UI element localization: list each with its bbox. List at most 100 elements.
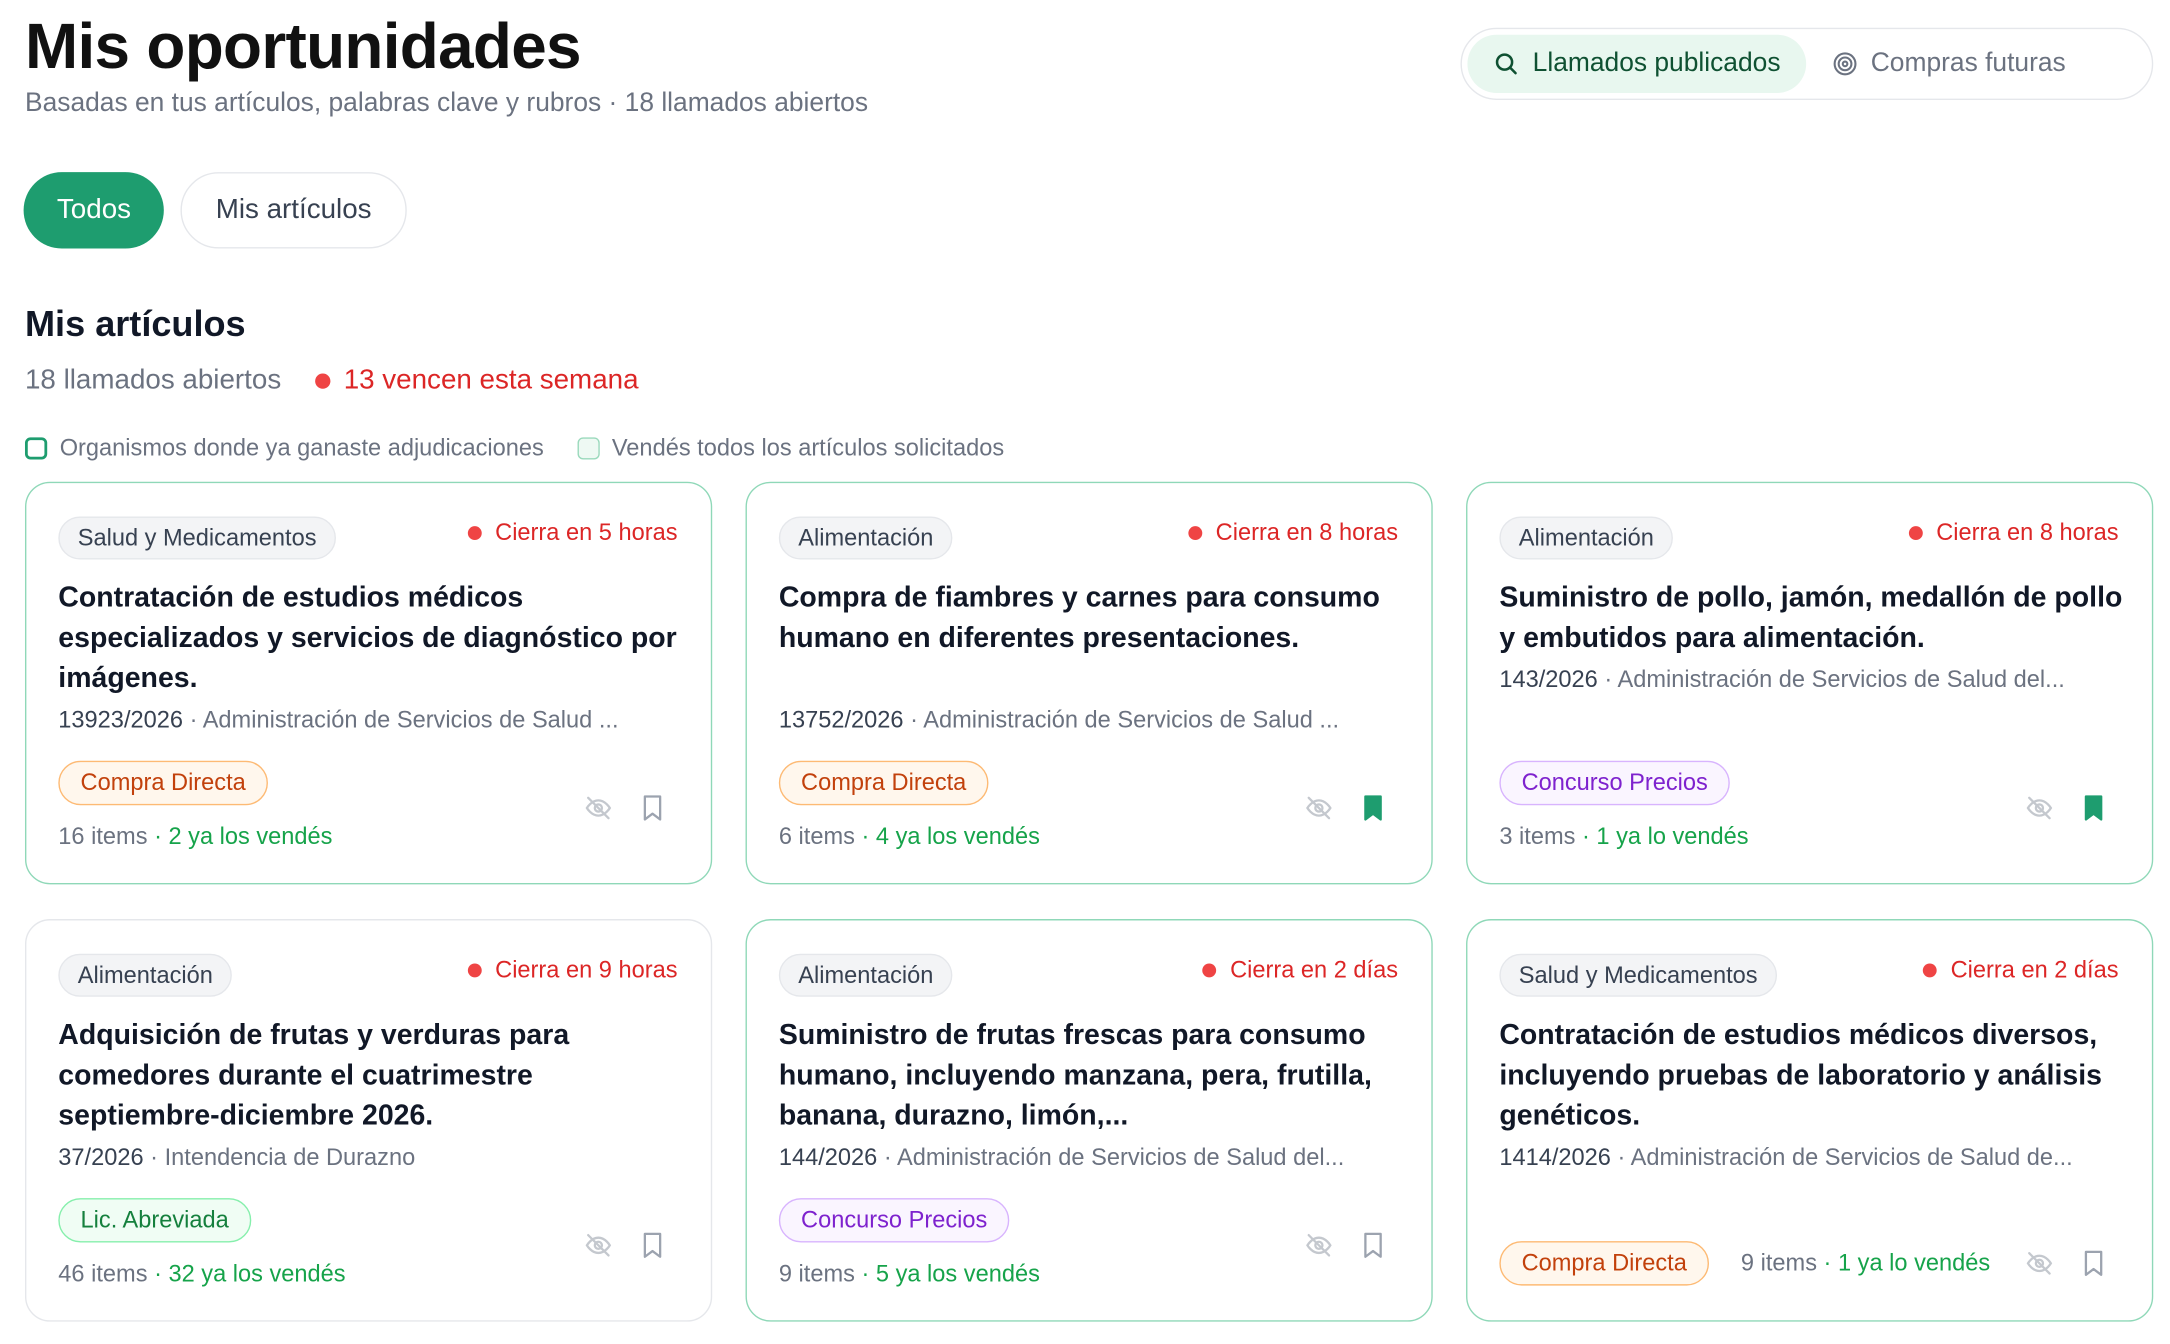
organism: · Administración de Servicios de Salud d… <box>1597 666 2065 693</box>
sold-count: · 1 ya lo vendés <box>1575 823 1749 850</box>
card-meta: 144/2026 · Administración de Servicios d… <box>779 1144 1411 1172</box>
card-meta: 13752/2026 · Administración de Servicios… <box>779 707 1411 735</box>
items-count: 6 items <box>778 823 855 850</box>
items-count: 9 items <box>778 1260 855 1287</box>
procedure-type-badge: Compra Directa <box>1499 1241 1710 1286</box>
opportunity-card[interactable]: Alimentación Cierra en 8 horas Suministr… <box>1466 481 2154 885</box>
hide-button[interactable] <box>582 791 615 824</box>
call-number: 143/2026 <box>1499 666 1598 693</box>
tab-compras-futuras[interactable]: Compras futuras <box>1806 35 2091 93</box>
urgent-count: 13 vencen esta semana <box>343 365 639 396</box>
sold-count: · 2 ya los vendés <box>147 823 333 850</box>
organism: · Intendencia de Durazno <box>143 1143 416 1171</box>
closing-time: Cierra en 2 días <box>1202 957 1398 985</box>
section-title: Mis artículos <box>24 302 246 345</box>
legend-won-swatch <box>24 437 48 460</box>
page-subtitle: Basadas en tus artículos, palabras clave… <box>24 88 869 119</box>
items-summary: 9 items · 1 ya lo vendés <box>1741 1249 1990 1277</box>
legend-sell-all-swatch <box>577 437 600 460</box>
opportunity-card[interactable]: Salud y Medicamentos Cierra en 5 horas C… <box>24 481 713 885</box>
urgency-dot-icon <box>467 526 482 541</box>
content-root: Mis oportunidades Basadas en tus artícul… <box>0 0 2170 1344</box>
bookmark-button[interactable] <box>2077 791 2110 824</box>
procedure-type-badge: Concurso Precios <box>1499 760 1731 806</box>
section-stats: 18 llamados abiertos 13 vencen esta sema… <box>25 365 639 397</box>
closing-time: Cierra en 8 horas <box>1908 519 2119 547</box>
bookmark-button[interactable] <box>636 1229 669 1262</box>
bookmark-button[interactable] <box>2077 1247 2110 1280</box>
hide-button[interactable] <box>2023 1247 2056 1280</box>
card-title[interactable]: Suministro de frutas frescas para consum… <box>779 1015 1404 1136</box>
urgency-dot-icon <box>1922 963 1937 978</box>
filter-todos-button[interactable]: Todos <box>23 172 165 249</box>
search-icon <box>1495 53 1517 75</box>
card-meta: 13923/2026 · Administración de Servicios… <box>58 707 690 735</box>
items-count: 9 items <box>1740 1249 1818 1276</box>
organism: · Administración de Servicios de Salud .… <box>903 706 1340 734</box>
procedure-type-badge: Lic. Abreviada <box>58 1198 252 1243</box>
opportunity-card[interactable]: Alimentación Cierra en 8 horas Compra de… <box>745 481 1433 885</box>
bookmark-icon <box>1364 1232 1382 1258</box>
card-meta: 143/2026 · Administración de Servicios d… <box>1499 666 2131 694</box>
items-count: 3 items <box>1499 823 1576 850</box>
hide-button[interactable] <box>582 1229 615 1262</box>
call-number: 13923/2026 <box>58 706 184 734</box>
bookmark-filled-icon <box>2084 795 2103 821</box>
open-count: 18 llamados abiertos <box>24 365 282 396</box>
sold-count: · 5 ya los vendés <box>854 1260 1040 1287</box>
eye-off-icon <box>585 796 612 820</box>
procedure-type-badge: Concurso Precios <box>778 1198 1010 1243</box>
closing-time-label: Cierra en 8 horas <box>1936 519 2119 546</box>
target-icon <box>1832 52 1856 76</box>
call-number: 1414/2026 <box>1499 1143 1611 1171</box>
closing-time-label: Cierra en 2 días <box>1950 956 2119 983</box>
opportunity-card[interactable]: Salud y Medicamentos Cierra en 2 días Co… <box>1466 919 2154 1322</box>
card-title[interactable]: Contratación de estudios médicos especia… <box>58 578 683 699</box>
organism: · Administración de Servicios de Salud d… <box>1610 1143 2073 1171</box>
sold-count: · 32 ya los vendés <box>147 1260 346 1287</box>
filter-mis-articulos-button[interactable]: Mis artículos <box>180 172 407 249</box>
legend-sell-all-label: Vendés todos los artículos solicitados <box>611 434 1005 461</box>
hide-button[interactable] <box>2023 791 2056 824</box>
urgency-dot-icon <box>467 963 482 978</box>
card-title[interactable]: Suministro de pollo, jamón, medallón de … <box>1499 578 2124 659</box>
closing-time-label: Cierra en 9 horas <box>495 956 678 983</box>
bookmark-button[interactable] <box>636 791 669 824</box>
opportunity-card[interactable]: Alimentación Cierra en 2 días Suministro… <box>745 919 1433 1322</box>
call-number: 13752/2026 <box>778 706 904 734</box>
items-summary: 46 items · 32 ya los vendés <box>58 1261 345 1289</box>
opportunity-card[interactable]: Alimentación Cierra en 9 horas Adquisici… <box>24 919 713 1322</box>
card-title[interactable]: Adquisición de frutas y verduras para co… <box>58 1015 683 1136</box>
sold-count: · 4 ya los vendés <box>854 823 1040 850</box>
tab-llamados-publicados[interactable]: Llamados publicados <box>1467 34 1806 94</box>
urgency-dot-icon <box>1202 963 1217 978</box>
page: Mis oportunidades Basadas en tus artícul… <box>0 0 2170 1344</box>
eye-off-icon <box>2026 796 2053 820</box>
closing-time-label: Cierra en 2 días <box>1230 956 1399 983</box>
category-badge: Salud y Medicamentos <box>1499 953 1778 997</box>
tab-llamados-publicados-label: Llamados publicados <box>1532 48 1781 78</box>
card-title[interactable]: Compra de fiambres y carnes para consumo… <box>779 578 1404 659</box>
eye-off-icon <box>1306 796 1332 820</box>
bookmark-filled-icon <box>1364 795 1382 821</box>
sold-count: · 1 ya lo vendés <box>1817 1249 1991 1276</box>
call-number: 37/2026 <box>58 1143 144 1171</box>
filter-pills: Todos Mis artículos <box>23 172 407 249</box>
bookmark-button[interactable] <box>1356 791 1389 824</box>
procedure-type-badge: Compra Directa <box>58 760 269 806</box>
bookmark-button[interactable] <box>1356 1229 1389 1262</box>
card-meta: 37/2026 · Intendencia de Durazno <box>58 1144 690 1172</box>
organism: · Administración de Servicios de Salud .… <box>183 706 619 734</box>
items-summary: 6 items · 4 ya los vendés <box>779 823 1040 851</box>
card-title[interactable]: Contratación de estudios médicos diverso… <box>1499 1015 2124 1136</box>
items-summary: 9 items · 5 ya los vendés <box>779 1261 1040 1289</box>
hide-button[interactable] <box>1302 1229 1335 1262</box>
items-summary: 16 items · 2 ya los vendés <box>58 823 332 851</box>
bookmark-icon <box>643 795 662 821</box>
category-badge: Alimentación <box>778 516 953 560</box>
legend: Organismos donde ya ganaste adjudicacion… <box>24 434 1005 463</box>
items-count: 16 items <box>58 823 148 850</box>
closing-time: Cierra en 8 horas <box>1187 519 1398 547</box>
hide-button[interactable] <box>1302 791 1335 824</box>
category-badge: Alimentación <box>1499 516 1674 560</box>
